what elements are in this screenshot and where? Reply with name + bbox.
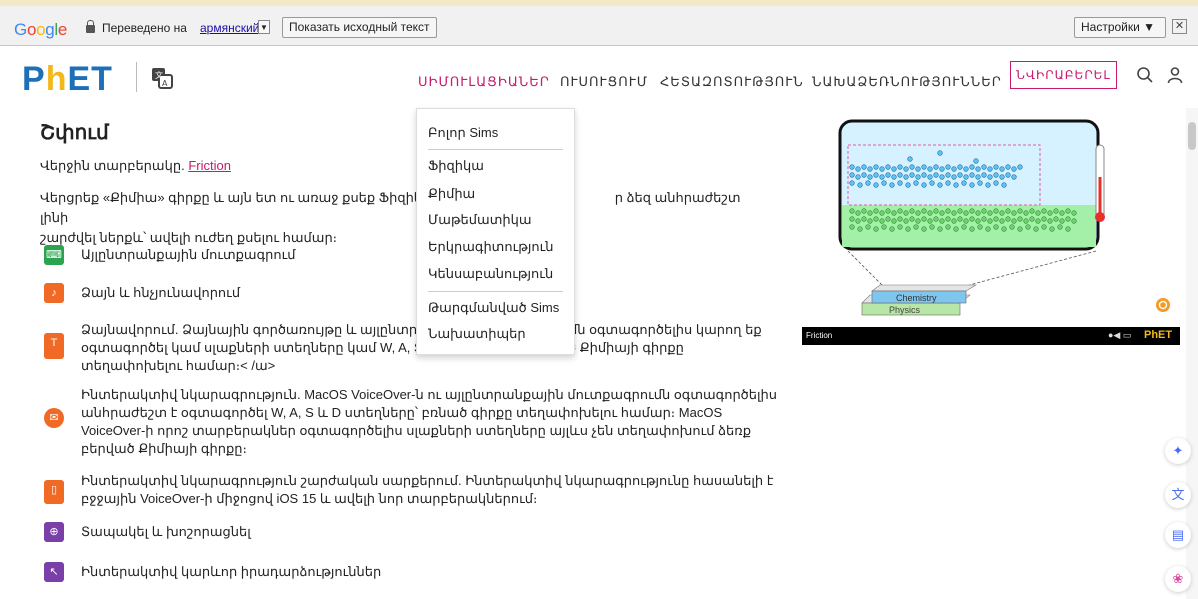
menu-item-translated-sims[interactable]: Թարգմանված Sims <box>428 300 559 316</box>
menu-item-chemistry[interactable]: Քիմիա <box>428 186 475 202</box>
translate-bar: Google Переведено на армянский ▼ Показат… <box>0 0 1198 46</box>
mobile-description-icon: ▯ <box>44 480 64 504</box>
feature-text: Ինտերակտիվ նկարագրություն շարժական սարքե… <box>81 472 781 508</box>
pointer-icon: ↖ <box>44 562 64 582</box>
donate-button[interactable]: ՆՎԻՐԱԲԵՐԵԼ <box>1010 61 1117 89</box>
menu-divider <box>428 149 563 150</box>
menu-item-prototypes[interactable]: Նախատիպեր <box>428 326 526 342</box>
header-divider <box>136 62 137 92</box>
user-icon[interactable] <box>1166 66 1184 84</box>
feature-line: VoiceOver-ի որոշ տարբերակներ օգտագործելի… <box>81 423 751 438</box>
translated-to-label: Переведено на <box>102 21 187 35</box>
settings-button[interactable]: Настройки ▼ <box>1074 17 1166 38</box>
language-link[interactable]: армянский <box>200 21 259 35</box>
latest-version-link[interactable]: Friction <box>188 158 231 173</box>
page-title: Շփում <box>40 122 109 144</box>
sound-icon: ♪ <box>44 283 64 303</box>
feature-label: Ինտերակտիվ կարևոր իրադարձություններ <box>81 564 382 579</box>
language-dropdown-icon[interactable]: ▼ <box>258 20 270 34</box>
intro-line-2: շարժվել ներքև՝ ավելի ուժեղ քսելու համար։ <box>40 230 338 245</box>
menu-divider <box>428 291 563 292</box>
feature-line: Ինտերակտիվ նկարագրություն շարժական սարքե… <box>81 473 774 488</box>
svg-text:A: A <box>162 79 168 88</box>
keyboard-icon: ⌨ <box>44 245 64 265</box>
simulations-dropdown: Բոլոր Sims Ֆիզիկա Քիմիա Մաթեմատիկա Երկրա… <box>416 108 575 355</box>
feature-line: անհրաժեշտ է օգտագործել W, A, S և D ստեղն… <box>81 405 723 420</box>
menu-item-biology[interactable]: Կենսաբանություն <box>428 266 553 282</box>
feature-line: բերված Քիմիայի գիրքը։ <box>81 441 247 456</box>
menu-item-math[interactable]: Մաթեմատիկա <box>428 212 532 228</box>
zoom-icon: ⊕ <box>44 522 64 542</box>
reader-icon[interactable]: ▤ <box>1165 522 1191 548</box>
brain-icon[interactable]: ❀ <box>1165 566 1191 592</box>
latest-version: Վերջին տարբերակը. Friction <box>40 158 231 174</box>
menu-item-earth-science[interactable]: Երկրագիտություն <box>428 239 554 255</box>
close-icon[interactable]: ✕ <box>1172 19 1187 34</box>
book-top-label: Chemistry <box>896 293 937 303</box>
intro-text: Վերցրեք «Քիմիա» գիրքը և այն ետ ու առաջ ք… <box>40 188 760 248</box>
description-icon: ✉ <box>44 408 64 428</box>
site-header: PhET 文 A ՍԻՄՈՒԼԱՑԻԱՆԵՐ ՈՒՍՈՒՑՈՒՄ ՀԵՏԱԶՈՏ… <box>0 46 1198 108</box>
search-icon[interactable] <box>1136 66 1154 84</box>
nav-simulations[interactable]: ՍԻՄՈՒԼԱՑԻԱՆԵՐ <box>418 74 550 90</box>
translate-extension-icon[interactable]: 文 <box>1165 482 1191 508</box>
ai-sparkle-icon[interactable]: ✦ <box>1165 438 1191 464</box>
nav-research[interactable]: ՀԵՏԱԶՈՏՈՒԹՅՈՒՆ <box>660 74 804 90</box>
sim-phet-logo: PhET <box>1144 329 1173 341</box>
feature-line: տեղափոխելու համար։< /ա> <box>81 358 276 373</box>
scrollbar-thumb[interactable] <box>1188 122 1196 150</box>
intro-line-1a: Վերցրեք «Քիմիա» գիրքը և այն ետ ու առաջ ք… <box>40 190 435 205</box>
feature-label: Տապակել և խոշորացնել <box>81 524 251 539</box>
phet-logo[interactable]: PhET <box>22 60 113 99</box>
feature-text: Ինտերակտիվ նկարագրություն. MacOS VoiceOv… <box>81 386 781 458</box>
nav-teaching[interactable]: ՈՒՍՈՒՑՈՒՄ <box>560 74 648 90</box>
sim-icons: ●◀ ▭ <box>1108 330 1132 340</box>
menu-item-all-sims[interactable]: Բոլոր Sims <box>428 125 498 141</box>
feature-line: բջջային VoiceOver-ի միջոցով iOS 15 և ավե… <box>81 491 538 506</box>
menu-item-physics[interactable]: Ֆիզիկա <box>428 158 484 174</box>
translate-icon[interactable]: 文 A <box>150 66 174 90</box>
simulation-preview[interactable]: Physics Chemistry <box>800 115 1180 355</box>
sim-name: Friction <box>806 331 833 340</box>
google-logo: Google <box>14 20 68 39</box>
simulation-navbar: Friction ●◀ ▭ PhET <box>802 327 1180 345</box>
voicing-icon: T <box>44 333 64 359</box>
show-original-button[interactable]: Показать исходный текст <box>282 17 437 38</box>
nav-initiatives[interactable]: ՆԱԽԱՁԵՌՆՈՒԹՅՈՒՆՆԵՐ <box>812 74 1002 90</box>
lock-icon <box>86 20 95 33</box>
latest-version-label: Վերջին տարբերակը. <box>40 158 185 173</box>
feature-line: Ինտերակտիվ նկարագրություն. MacOS VoiceOv… <box>81 387 778 402</box>
book-bottom-label: Physics <box>889 305 921 315</box>
scrollbar[interactable] <box>1186 108 1198 599</box>
